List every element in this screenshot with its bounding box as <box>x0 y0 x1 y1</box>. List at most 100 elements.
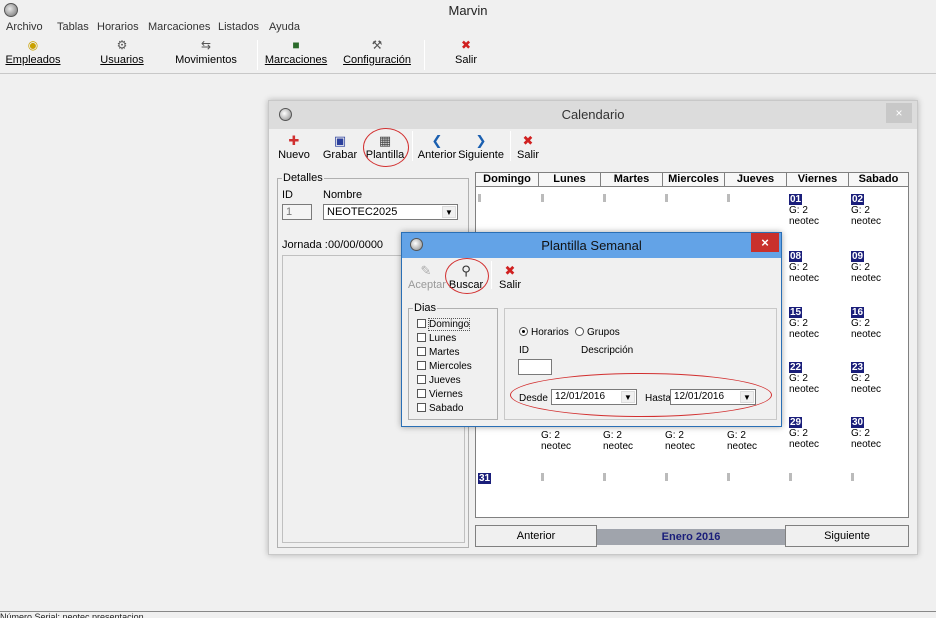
cell-group: G: 2 <box>789 205 808 216</box>
checkbox-box <box>417 389 426 398</box>
nuevo-button[interactable]: ✚ Nuevo <box>277 133 311 161</box>
empty-marker <box>727 473 730 481</box>
cell-group: G: 2 <box>851 318 870 329</box>
anterior-button[interactable]: ❮ Anterior <box>417 133 457 161</box>
calendar-cell-15[interactable]: 15 G: 2 neotec <box>789 307 819 340</box>
checkbox-label: Martes <box>429 347 460 358</box>
id-input[interactable] <box>518 359 552 375</box>
menu-listados[interactable]: Listados <box>218 21 259 33</box>
calendario-titlebar: Calendario × <box>269 101 917 129</box>
day-number: 16 <box>851 307 865 318</box>
salir-button[interactable]: ✖ Salir <box>446 36 486 72</box>
calendar-cell-31[interactable]: 31 <box>478 473 492 484</box>
menu-horarios[interactable]: Horarios <box>97 21 139 33</box>
close-icon[interactable]: × <box>751 233 779 252</box>
empleados-label: Empleados <box>5 54 61 66</box>
close-icon[interactable]: × <box>886 103 912 123</box>
radio-horarios[interactable]: Horarios <box>519 327 569 338</box>
calendar-cell-30[interactable]: 30 G: 2 neotec <box>851 417 881 450</box>
aceptar-button[interactable]: ✎ Aceptar <box>408 263 446 291</box>
empty-marker <box>789 473 792 481</box>
checkbox-viernes[interactable]: Viernes <box>417 389 463 400</box>
menu-ayuda[interactable]: Ayuda <box>269 21 300 33</box>
calendar-cell-empty[interactable] <box>603 473 606 481</box>
checkbox-sabado[interactable]: Sabado <box>417 403 463 414</box>
chevron-down-icon[interactable]: ▼ <box>740 391 754 403</box>
calendar-cell-empty[interactable] <box>789 473 792 481</box>
checkbox-jueves[interactable]: Jueves <box>417 375 461 386</box>
desde-value: 12/01/2016 <box>555 391 606 402</box>
calendar-cell-16[interactable]: 16 G: 2 neotec <box>851 307 881 340</box>
siguiente-button[interactable]: ❯ Siguiente <box>458 133 504 161</box>
cell-group: G: 2 <box>851 373 870 384</box>
dias-group: Dias Domingo Lunes Martes Miercoles Juev… <box>408 302 498 420</box>
menu-archivo[interactable]: Archivo <box>6 21 43 33</box>
checkbox-miercoles[interactable]: Miercoles <box>417 361 472 372</box>
plantilla-salir-button[interactable]: ✖ Salir <box>497 263 523 291</box>
radio-grupos[interactable]: Grupos <box>575 327 620 338</box>
checkbox-martes[interactable]: Martes <box>417 347 460 358</box>
calendar-cell-08[interactable]: 08 G: 2 neotec <box>789 251 819 284</box>
checkbox-box <box>417 361 426 370</box>
toolbar-separator <box>424 40 425 70</box>
plantilla-button[interactable]: ▦ Plantilla <box>365 133 405 161</box>
calendar-cell-25[interactable]: G: 2 neotec <box>541 430 571 452</box>
calendar-cell-empty[interactable] <box>478 194 481 202</box>
calendario-salir-label: Salir <box>516 149 539 161</box>
configuracion-button[interactable]: ⚒ Configuración <box>339 36 415 72</box>
chevron-down-icon[interactable]: ▼ <box>442 206 456 218</box>
hasta-value: 12/01/2016 <box>674 391 725 402</box>
day-number: 09 <box>851 251 865 262</box>
day-number: 30 <box>851 417 865 428</box>
footer-siguiente-button[interactable]: Siguiente <box>785 525 909 547</box>
calendar-cell-empty[interactable] <box>541 473 544 481</box>
toolbar-separator <box>491 261 492 289</box>
cell-employee: neotec <box>789 384 820 395</box>
grabar-button[interactable]: ▣ Grabar <box>321 133 359 161</box>
cell-employee: neotec <box>603 441 634 452</box>
chevron-down-icon[interactable]: ▼ <box>621 391 635 403</box>
detalles-title: Detalles <box>282 172 324 184</box>
checkbox-box <box>417 333 426 342</box>
usuarios-button[interactable]: ⚙ Usuarios <box>96 36 148 72</box>
calendar-cell-23[interactable]: 23 G: 2 neotec <box>851 362 881 395</box>
calendar-cell-empty[interactable] <box>665 473 668 481</box>
calendar-cell-29[interactable]: 29 G: 2 neotec <box>789 417 819 450</box>
calendario-salir-button[interactable]: ✖ Salir <box>515 133 541 161</box>
checkbox-domingo[interactable]: Domingo <box>417 318 471 331</box>
calendar-cell-22[interactable]: 22 G: 2 neotec <box>789 362 819 395</box>
empleados-button[interactable]: ◉ Empleados <box>0 36 66 72</box>
calendar-cell-empty[interactable] <box>727 194 730 202</box>
checkbox-lunes[interactable]: Lunes <box>417 333 456 344</box>
empty-marker <box>665 194 668 202</box>
calendar-cell-empty[interactable] <box>665 194 668 202</box>
configuracion-label: Configuración <box>343 54 411 66</box>
calendar-cell-01[interactable]: 01 G: 2 neotec <box>789 194 819 227</box>
menu-tablas[interactable]: Tablas <box>57 21 89 33</box>
marcaciones-button[interactable]: ■ Marcaciones <box>260 36 332 72</box>
calendar-cell-empty[interactable] <box>851 473 854 481</box>
buscar-button[interactable]: ⚲ Buscar <box>448 263 484 291</box>
id-label: ID <box>519 345 529 356</box>
calendar-cell-empty[interactable] <box>603 194 606 202</box>
hasta-date-picker[interactable]: 12/01/2016 ▼ <box>670 389 756 405</box>
id-field[interactable]: 1 <box>282 204 312 220</box>
checkbox-label: Viernes <box>429 389 463 400</box>
footer-anterior-button[interactable]: Anterior <box>475 525 597 547</box>
day-header: Jueves <box>725 173 787 187</box>
movimientos-button[interactable]: ⇆ Movimientos <box>165 36 247 72</box>
calendar-cell-27[interactable]: G: 2 neotec <box>665 430 695 452</box>
nombre-select[interactable]: NEOTEC2025 ▼ <box>323 204 458 220</box>
calendar-cell-09[interactable]: 09 G: 2 neotec <box>851 251 881 284</box>
cell-group: G: 2 <box>541 430 560 441</box>
cell-employee: neotec <box>851 329 882 340</box>
calendar-cell-empty[interactable] <box>727 473 730 481</box>
calendar-cell-26[interactable]: G: 2 neotec <box>603 430 633 452</box>
desde-date-picker[interactable]: 12/01/2016 ▼ <box>551 389 637 405</box>
plantilla-title: Plantilla Semanal <box>541 238 642 253</box>
main-toolbar: ◉ Empleados ⚙ Usuarios ⇆ Movimientos ■ M… <box>0 36 936 72</box>
calendar-cell-empty[interactable] <box>541 194 544 202</box>
calendar-cell-02[interactable]: 02 G: 2 neotec <box>851 194 881 227</box>
menu-marcaciones[interactable]: Marcaciones <box>148 21 210 33</box>
calendar-cell-28[interactable]: G: 2 neotec <box>727 430 757 452</box>
